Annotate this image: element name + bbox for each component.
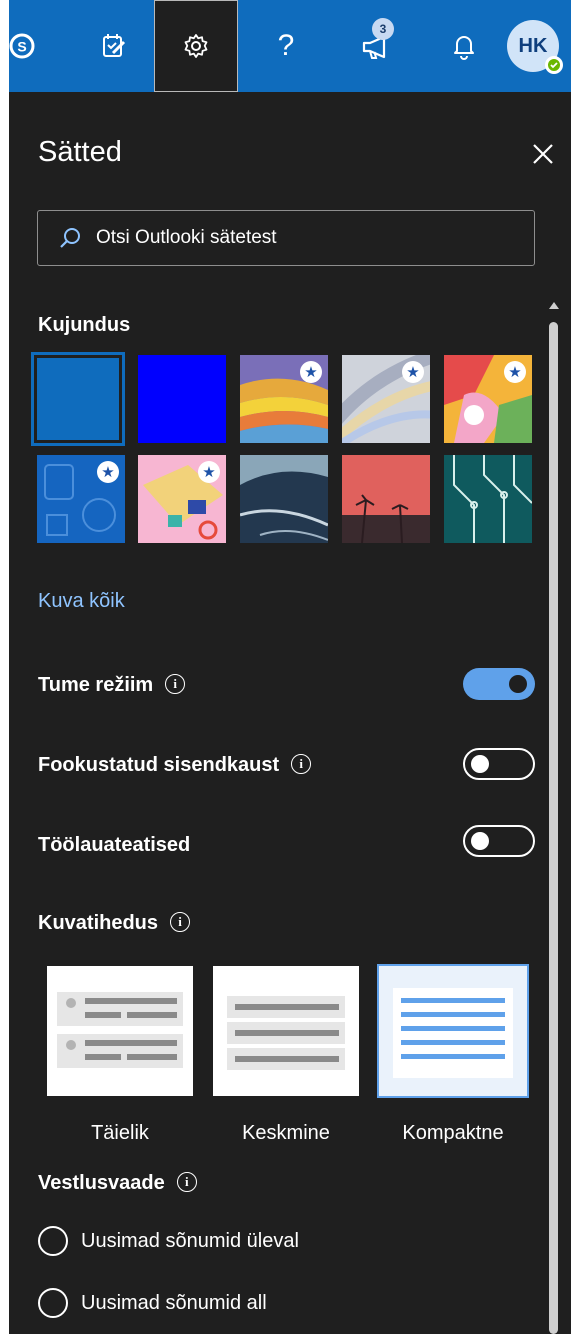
- focused-inbox-label: Fookustatud sisendkaust: [38, 754, 280, 776]
- theme-abstract-art[interactable]: ★: [444, 355, 532, 443]
- premium-star-icon: ★: [97, 461, 119, 483]
- close-button[interactable]: [529, 140, 557, 168]
- notification-badge: 3: [372, 18, 394, 40]
- conversation-view-heading: Vestlusvaade: [38, 1172, 165, 1194]
- theme-heading: Kujundus: [38, 314, 131, 336]
- scrollbar-thumb[interactable]: [549, 322, 558, 1334]
- density-medium-label: Keskmine: [242, 1122, 330, 1144]
- top-bar: S ? 3 HK: [9, 0, 571, 92]
- skype-icon: S: [9, 33, 35, 59]
- dark-mode-row: Tume režiim i: [38, 674, 186, 697]
- show-all-themes-link[interactable]: Kuva kõik: [38, 590, 125, 613]
- density-row: Kuvatihedus i: [38, 912, 191, 935]
- radio-newest-top[interactable]: Uusimad sõnumid üleval: [38, 1226, 299, 1256]
- panel-title: Sätted: [38, 136, 122, 168]
- radio-newest-bottom-label: Uusimad sõnumid all: [81, 1291, 267, 1314]
- theme-bright-blue[interactable]: [138, 355, 226, 443]
- gear-icon: [184, 34, 208, 58]
- density-compact-preview-icon: [393, 988, 513, 1078]
- density-medium-preview-icon: [227, 996, 345, 1070]
- density-full-preview-icon: [57, 992, 183, 1068]
- density-medium-option[interactable]: [213, 966, 359, 1096]
- radio-newest-top-label: Uusimad sõnumid üleval: [81, 1229, 299, 1252]
- focused-inbox-toggle[interactable]: [463, 748, 535, 780]
- info-icon[interactable]: i: [291, 754, 312, 774]
- window-edge-right: [571, 0, 580, 1334]
- bell-icon: [454, 36, 474, 60]
- premium-star-icon: ★: [504, 361, 526, 383]
- whats-new-button[interactable]: 3: [335, 0, 419, 92]
- conversation-view-row: Vestlusvaade i: [38, 1172, 197, 1195]
- theme-school[interactable]: ★: [37, 455, 125, 543]
- theme-board-game[interactable]: ★: [138, 455, 226, 543]
- premium-star-icon: ★: [198, 461, 220, 483]
- presence-available-icon: [545, 56, 563, 74]
- search-input[interactable]: [94, 226, 518, 250]
- premium-star-icon: ★: [300, 361, 322, 383]
- account-avatar[interactable]: HK: [507, 20, 563, 74]
- radio-button[interactable]: [38, 1226, 68, 1256]
- avatar-initials: HK: [518, 34, 548, 57]
- dark-mode-label: Tume režiim: [38, 674, 154, 696]
- panel-scrollbar[interactable]: [547, 302, 559, 1334]
- desktop-notifications-toggle[interactable]: [463, 825, 535, 857]
- info-icon[interactable]: i: [176, 1172, 197, 1192]
- density-full-label: Täielik: [91, 1122, 149, 1144]
- density-heading: Kuvatihedus: [38, 912, 159, 934]
- help-button[interactable]: ?: [245, 0, 327, 92]
- search-icon: [60, 228, 80, 248]
- theme-ocean[interactable]: [240, 455, 328, 543]
- theme-ribbons[interactable]: ★: [342, 355, 430, 443]
- todo-icon: [103, 34, 126, 57]
- desktop-notifications-label: Töölauateatised: [38, 834, 191, 856]
- toggle-knob: [471, 832, 489, 850]
- dark-mode-toggle[interactable]: [463, 668, 535, 700]
- radio-newest-bottom[interactable]: Uusimad sõnumid all: [38, 1288, 267, 1318]
- theme-blue[interactable]: [31, 352, 125, 446]
- premium-star-icon: ★: [402, 361, 424, 383]
- scroll-up-arrow-icon[interactable]: [549, 302, 559, 309]
- density-compact-label: Kompaktne: [402, 1122, 504, 1144]
- help-icon: ?: [277, 29, 295, 62]
- info-icon[interactable]: i: [165, 674, 186, 694]
- radio-button[interactable]: [38, 1288, 68, 1318]
- info-icon[interactable]: i: [170, 912, 191, 932]
- notifications-button[interactable]: [429, 0, 499, 92]
- focused-inbox-row: Fookustatud sisendkaust i: [38, 754, 312, 777]
- settings-button[interactable]: [154, 0, 238, 92]
- theme-waves[interactable]: ★: [240, 355, 328, 443]
- density-compact-option[interactable]: [377, 964, 529, 1098]
- theme-circuit[interactable]: [444, 455, 532, 543]
- todo-button[interactable]: [79, 0, 149, 92]
- close-icon: [533, 144, 553, 164]
- settings-panel: Sätted Kujundus ★: [9, 92, 571, 1334]
- theme-palms[interactable]: [342, 455, 430, 543]
- settings-search[interactable]: [37, 210, 535, 266]
- window-edge-left: [0, 0, 9, 1334]
- toggle-knob: [509, 675, 527, 693]
- skype-button[interactable]: S: [0, 0, 44, 92]
- toggle-knob: [471, 755, 489, 773]
- density-full-option[interactable]: [47, 966, 193, 1096]
- svg-text:S: S: [17, 39, 26, 55]
